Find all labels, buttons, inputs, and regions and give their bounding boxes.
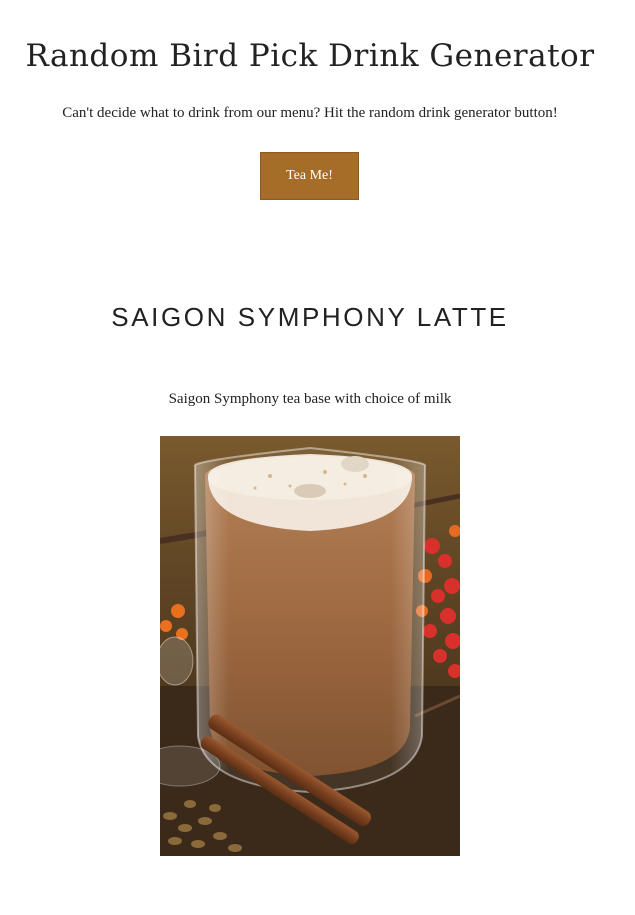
intro-text: Can't decide what to drink from our menu…	[62, 105, 558, 121]
tea-me-button[interactable]: Tea Me!	[260, 152, 359, 200]
drink-description: Saigon Symphony tea base with choice of …	[168, 391, 452, 407]
page-title: Random Bird Pick Drink Generator	[25, 38, 595, 74]
drink-photo	[160, 436, 460, 856]
drink-name: SAIGON SYMPHONY LATTE	[111, 302, 509, 332]
